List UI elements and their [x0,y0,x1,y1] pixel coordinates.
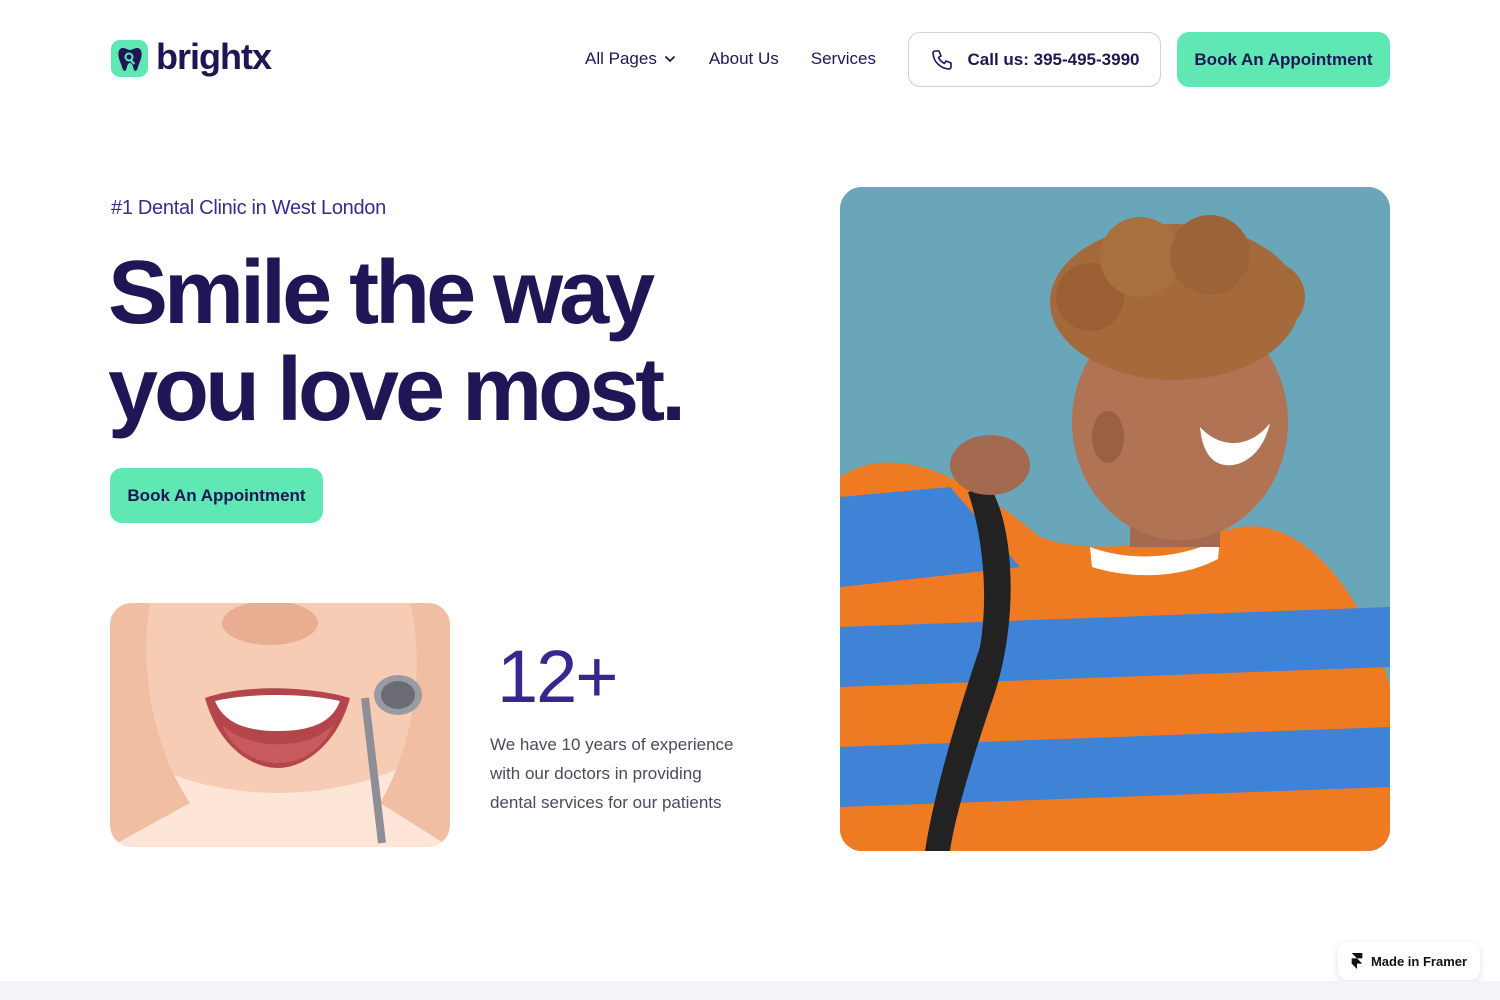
hero-photo [840,187,1390,851]
call-label: Call us: 395-495-3990 [967,49,1140,69]
tooth-icon [111,40,148,77]
headline-line-1: Smile the way [108,243,655,343]
main-nav: All Pages About Us Services [585,47,876,71]
badge-label: Made in Framer [1370,953,1468,969]
hero-headline: Smile the way you love most. [108,245,748,439]
made-in-framer-badge[interactable]: Made in Framer [1338,942,1480,980]
page: brightx All Pages About Us Services Call… [0,0,1500,1000]
phone-icon [931,49,952,70]
nav-item-all-pages[interactable]: All Pages [585,49,677,69]
hero-eyebrow: #1 Dental Clinic in West London [111,197,386,219]
nav-item-about-us[interactable]: About Us [709,49,779,69]
chevron-down-icon [664,56,675,62]
nav-item-label: Services [810,49,876,68]
book-appointment-button-hero[interactable]: Book An Appointment [110,468,323,523]
nav-item-label: All Pages [585,49,657,68]
smile-image [110,603,450,847]
experience-stat-text: We have 10 years of experience with our … [490,735,734,812]
experience-stat-number: 12+ [497,635,619,718]
logo[interactable]: brightx [111,35,272,77]
headline-line-2: you love most. [108,340,686,440]
call-button[interactable]: Call us: 395-495-3990 [908,32,1161,87]
framer-icon [1351,953,1363,969]
nav-item-services[interactable]: Services [811,49,876,69]
brand-name: brightx [156,35,272,77]
nav-item-label: About Us [708,49,779,68]
next-section-edge [0,981,1500,1000]
book-appointment-button-header[interactable]: Book An Appointment [1177,32,1390,87]
